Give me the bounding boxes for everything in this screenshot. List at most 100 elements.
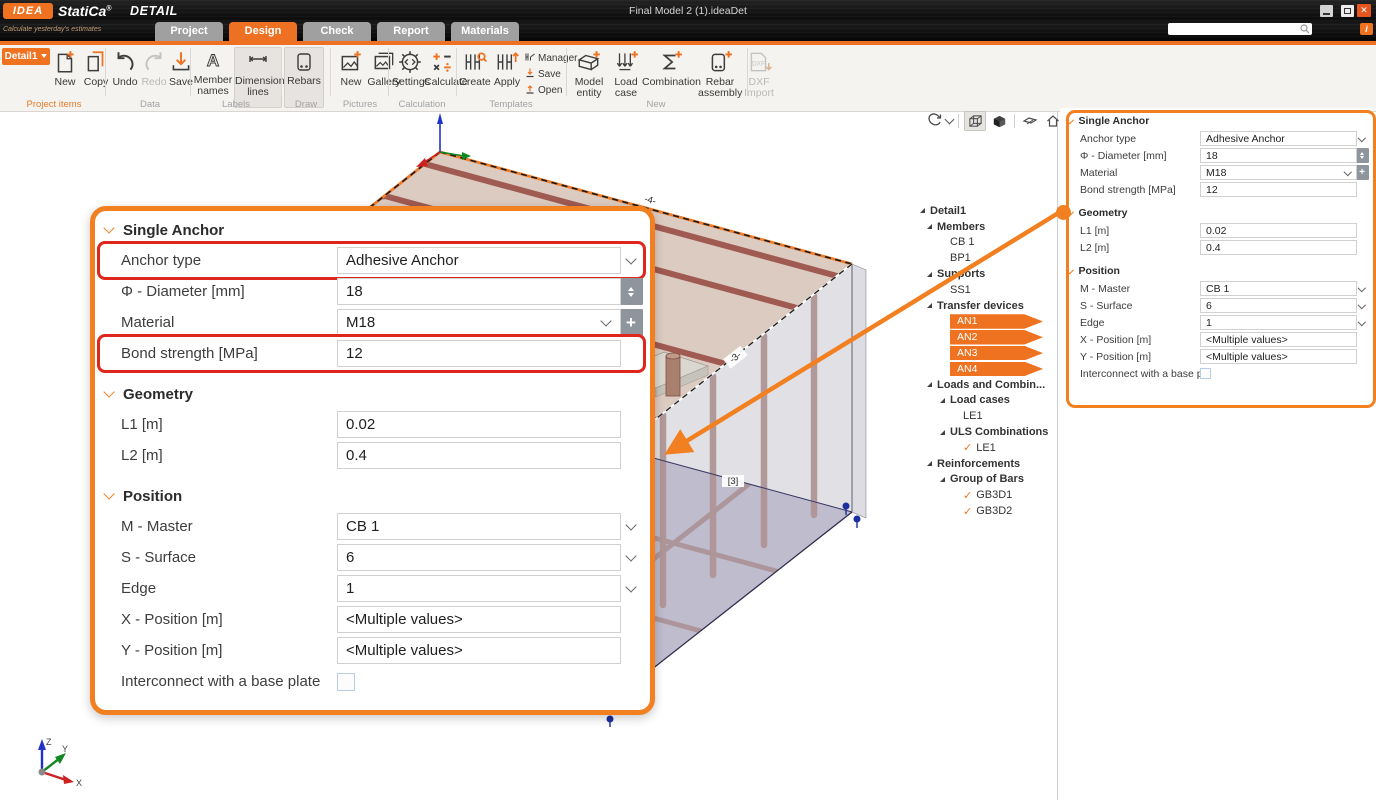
property-row-m-master: M - MasterCB 1 (1060, 280, 1372, 297)
tree-item-an3[interactable]: AN3 (920, 345, 1057, 361)
tree-expander-icon[interactable] (927, 382, 932, 387)
dropdown-field[interactable]: 6 (337, 544, 621, 571)
tree-item-an1[interactable]: AN1 (920, 314, 1057, 330)
tree-item-gb3d1[interactable]: ✓GB3D1 (920, 487, 1057, 503)
dropdown-field[interactable]: 1 (337, 575, 621, 602)
tree-expander-icon[interactable] (940, 398, 945, 403)
tree-item-label: Reinforcements (937, 458, 1020, 470)
spin-up-icon[interactable] (1360, 152, 1364, 155)
chevron-down-icon[interactable] (1343, 168, 1351, 176)
dropdown-field[interactable]: M18 (1200, 165, 1357, 181)
section-header-geometry[interactable]: Geometry (1060, 203, 1372, 222)
chevron-down-icon[interactable] (625, 519, 636, 530)
add-material-button[interactable]: + (1356, 165, 1369, 180)
input-field[interactable]: <Multiple values> (1200, 349, 1357, 365)
dropdown-field[interactable]: M18 (337, 309, 621, 336)
spin-up-icon[interactable] (628, 287, 634, 291)
section-header-single-anchor[interactable]: Single Anchor (95, 215, 650, 245)
input-field[interactable]: 18 (1200, 148, 1357, 164)
section-title: Position (1079, 265, 1120, 277)
input-field[interactable]: <Multiple values> (337, 637, 621, 664)
tree-expander-icon[interactable] (940, 477, 945, 482)
tree-item-transfer-devices[interactable]: Transfer devices (920, 298, 1057, 314)
section-header-position[interactable]: Position (95, 481, 650, 511)
tree-item-an4[interactable]: AN4 (920, 361, 1057, 377)
tree-item-loads-and-combin-[interactable]: Loads and Combin... (920, 377, 1057, 393)
input-field[interactable]: <Multiple values> (1200, 332, 1357, 348)
tree-item-members[interactable]: Members (920, 219, 1057, 235)
checkmark-icon[interactable]: ✓ (963, 505, 972, 518)
selected-item-banner[interactable]: AN3 (950, 346, 1043, 361)
input-field[interactable]: 0.02 (1200, 223, 1357, 239)
checkbox[interactable] (1200, 368, 1211, 379)
selected-item-banner[interactable]: AN4 (950, 362, 1043, 377)
spinner-buttons[interactable] (620, 278, 643, 305)
tree-expander-icon[interactable] (927, 224, 932, 229)
solid-view-button[interactable] (989, 112, 1009, 130)
tree-item-bp1[interactable]: BP1 (920, 250, 1057, 266)
dropdown-field[interactable]: Adhesive Anchor (337, 247, 621, 274)
selected-item-banner[interactable]: AN2 (950, 330, 1043, 345)
add-material-button[interactable]: + (620, 309, 643, 336)
tree-expander-icon[interactable] (920, 208, 925, 213)
chevron-down-icon[interactable] (1358, 318, 1366, 326)
chevron-down-icon[interactable] (600, 315, 611, 326)
property-label: Anchor type (121, 252, 337, 269)
tree-item-gb3d2[interactable]: ✓GB3D2 (920, 503, 1057, 519)
spin-down-icon[interactable] (1360, 156, 1364, 159)
tree-item-an2[interactable]: AN2 (920, 329, 1057, 345)
orbit-view-button[interactable] (925, 112, 945, 130)
view-axis-triad: Z Y X (38, 737, 82, 788)
tree-item-uls-combinations[interactable]: ULS Combinations (920, 424, 1057, 440)
checkmark-icon[interactable]: ✓ (963, 489, 972, 502)
spinner-buttons[interactable] (1356, 148, 1369, 163)
dropdown-field[interactable]: CB 1 (337, 513, 621, 540)
tree-expander-icon[interactable] (927, 272, 932, 277)
section-header-position[interactable]: Position (1060, 261, 1372, 280)
input-field[interactable]: <Multiple values> (337, 606, 621, 633)
section-header-geometry[interactable]: Geometry (95, 379, 650, 409)
tree-item-group-of-bars[interactable]: Group of Bars (920, 472, 1057, 488)
tree-item-ss1[interactable]: SS1 (920, 282, 1057, 298)
tree-expander-icon[interactable] (927, 303, 932, 308)
tree-item-reinforcements[interactable]: Reinforcements (920, 456, 1057, 472)
wireframe-view-button[interactable] (964, 111, 986, 131)
tree-item-le1[interactable]: LE1 (920, 408, 1057, 424)
dropdown-field[interactable]: CB 1 (1200, 281, 1357, 297)
tree-item-label: Transfer devices (937, 300, 1024, 312)
input-field[interactable]: 18 (337, 278, 621, 305)
checkmark-icon[interactable]: ✓ (963, 441, 972, 454)
property-row-l2-m-: L2 [m]0.4 (1060, 239, 1372, 256)
tree-expander-icon[interactable] (940, 430, 945, 435)
dropdown-field[interactable]: 6 (1200, 298, 1357, 314)
chevron-down-icon[interactable] (1358, 134, 1366, 142)
tree-expander-icon[interactable] (927, 461, 932, 466)
dropdown-field[interactable]: Adhesive Anchor (1200, 131, 1357, 147)
chevron-down-icon[interactable] (625, 550, 636, 561)
tree-item-le1[interactable]: ✓LE1 (920, 440, 1057, 456)
property-row-l1-m-: L1 [m]0.02 (1060, 222, 1372, 239)
spin-down-icon[interactable] (628, 293, 634, 297)
chevron-down-icon[interactable] (625, 581, 636, 592)
checkbox[interactable] (337, 673, 355, 691)
property-label: Bond strength [MPa] (1080, 184, 1200, 196)
chevron-down-icon[interactable] (625, 253, 636, 264)
tree-item-supports[interactable]: Supports (920, 266, 1057, 282)
input-field[interactable]: 12 (1200, 182, 1357, 198)
input-field[interactable]: 0.4 (1200, 240, 1357, 256)
tree-item-cb-1[interactable]: CB 1 (920, 235, 1057, 251)
dropdown-field[interactable]: 1 (1200, 315, 1357, 331)
field-side-controls (1355, 349, 1369, 364)
chevron-down-icon[interactable] (1358, 284, 1366, 292)
input-field[interactable]: 0.02 (337, 411, 621, 438)
tree-item-detail1[interactable]: Detail1 (920, 203, 1057, 219)
input-field[interactable]: 12 (337, 340, 621, 367)
chevron-down-icon[interactable] (945, 115, 955, 125)
section-header-single-anchor[interactable]: Single Anchor (1060, 111, 1372, 130)
property-label: Y - Position [m] (121, 642, 337, 659)
tree-item-load-cases[interactable]: Load cases (920, 393, 1057, 409)
input-field[interactable]: 0.4 (337, 442, 621, 469)
section-view-button[interactable] (1020, 112, 1040, 130)
chevron-down-icon[interactable] (1358, 301, 1366, 309)
selected-item-banner[interactable]: AN1 (950, 314, 1043, 329)
